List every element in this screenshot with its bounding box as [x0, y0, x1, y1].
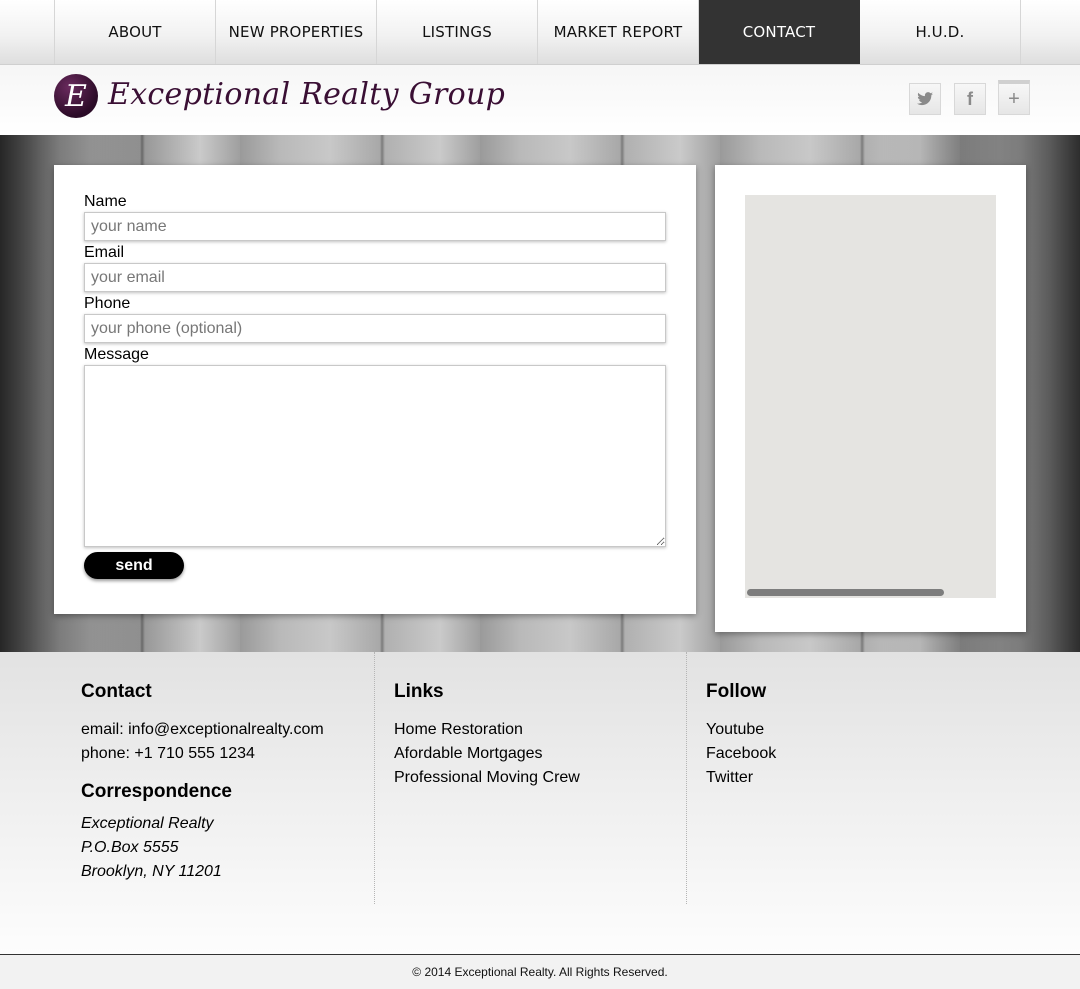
facebook-icon[interactable]: f: [954, 83, 986, 115]
footer-contact-heading: Contact: [81, 681, 152, 702]
footer-link-twitter[interactable]: Twitter: [706, 766, 753, 790]
copyright-text: © 2014 Exceptional Realty. All Rights Re…: [0, 954, 1080, 989]
phone-label: Phone: [84, 295, 131, 312]
map-scrollbar[interactable]: [747, 589, 944, 596]
nav-item-market-report[interactable]: MARKET REPORT: [538, 0, 699, 64]
footer-link-moving-crew[interactable]: Professional Moving Crew: [394, 766, 580, 790]
map-embed[interactable]: [745, 195, 996, 598]
top-nav: ABOUT NEW PROPERTIES LISTINGS MARKET REP…: [0, 0, 1080, 65]
main-content: Name Email Phone Message send: [0, 135, 1080, 652]
footer-links-column: Links Home Restoration Afordable Mortgag…: [374, 652, 683, 904]
logo-icon[interactable]: E: [54, 74, 98, 118]
email-field[interactable]: [84, 263, 666, 292]
site-header: E Exceptional Realty Group f +: [0, 65, 1080, 135]
google-plus-icon[interactable]: +: [998, 80, 1030, 115]
message-field[interactable]: [84, 365, 666, 547]
name-label: Name: [84, 193, 127, 210]
nav-item-contact[interactable]: CONTACT: [699, 0, 860, 64]
footer-link-youtube[interactable]: Youtube: [706, 718, 764, 742]
footer-phone: phone: +1 710 555 1234: [81, 745, 255, 762]
twitter-bird-glyph: [917, 92, 933, 106]
footer-contact-column: Contact email: info@exceptionalrealty.co…: [81, 652, 371, 904]
nav-item-listings[interactable]: LISTINGS: [377, 0, 538, 64]
map-card: [715, 165, 1026, 632]
nav-item-about[interactable]: ABOUT: [55, 0, 216, 64]
nav-item-new-properties[interactable]: NEW PROPERTIES: [216, 0, 377, 64]
nav-items: ABOUT NEW PROPERTIES LISTINGS MARKET REP…: [54, 0, 1021, 64]
footer-link-home-restoration[interactable]: Home Restoration: [394, 718, 523, 742]
name-field[interactable]: [84, 212, 666, 241]
logo-text[interactable]: Exceptional Realty Group: [108, 77, 505, 112]
footer-address-line: P.O.Box 5555: [81, 839, 179, 856]
footer-correspondence-heading: Correspondence: [81, 781, 232, 802]
footer-links-heading: Links: [394, 681, 444, 702]
nav-item-hud[interactable]: H.U.D.: [860, 0, 1021, 64]
send-button[interactable]: send: [84, 552, 184, 579]
footer-email: email: info@exceptionalrealty.com: [81, 721, 324, 738]
footer-follow-heading: Follow: [706, 681, 767, 702]
contact-form: Name Email Phone Message send: [54, 165, 696, 614]
email-label: Email: [84, 244, 125, 261]
footer-follow-column: Follow Youtube Facebook Twitter: [686, 652, 987, 904]
footer-address-line: Exceptional Realty: [81, 815, 214, 832]
footer-link-facebook[interactable]: Facebook: [706, 742, 776, 766]
message-label: Message: [84, 346, 149, 363]
footer-link-mortgages[interactable]: Afordable Mortgages: [394, 742, 543, 766]
phone-field[interactable]: [84, 314, 666, 343]
twitter-icon[interactable]: [909, 83, 941, 115]
footer-address-line: Brooklyn, NY 11201: [81, 863, 222, 880]
site-footer: Contact email: info@exceptionalrealty.co…: [0, 652, 1080, 954]
